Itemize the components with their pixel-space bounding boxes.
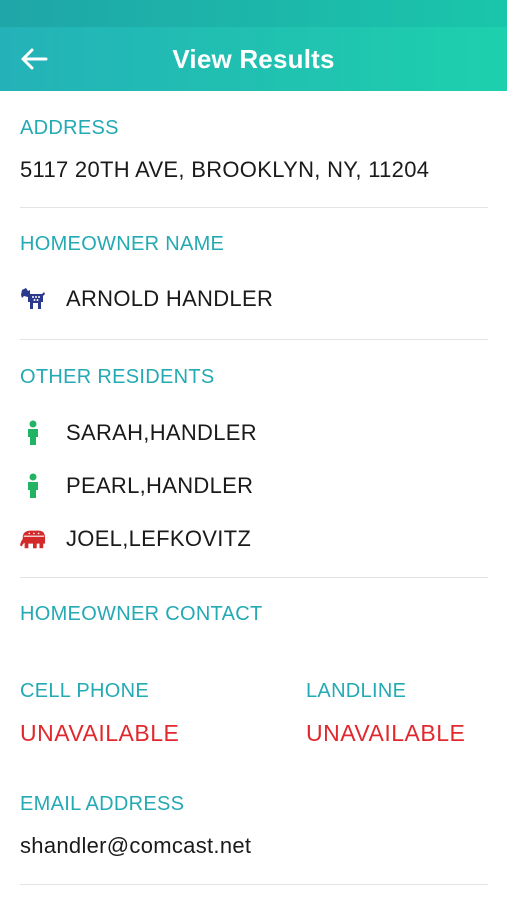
landline-label: LANDLINE <box>306 680 407 702</box>
homeowner-contact-label: HOMEOWNER CONTACT <box>20 603 263 625</box>
cell-phone-value: UNAVAILABLE <box>20 720 180 746</box>
email-value[interactable]: shandler@comcast.net <box>20 833 251 859</box>
status-bar <box>0 0 507 27</box>
homeowner-label: HOMEOWNER NAME <box>20 233 225 255</box>
homeowner-name: ARNOLD HANDLER <box>66 286 274 311</box>
cell-phone-label: CELL PHONE <box>20 680 149 702</box>
app-header: View Results <box>0 27 507 91</box>
address-label: ADDRESS <box>20 117 119 139</box>
republican-elephant-icon <box>20 526 46 552</box>
resident-name: PEARL,HANDLER <box>66 473 254 498</box>
homeowner-row: ARNOLD HANDLER <box>20 286 273 312</box>
other-residents-label: OTHER RESIDENTS <box>20 366 215 388</box>
divider <box>20 339 488 340</box>
divider <box>20 207 488 208</box>
democrat-donkey-icon <box>20 286 46 312</box>
list-item: JOEL,LEFKOVITZ <box>20 526 251 552</box>
list-item: PEARL,HANDLER <box>20 473 253 499</box>
email-label: EMAIL ADDRESS <box>20 793 185 815</box>
page-title: View Results <box>172 43 335 74</box>
resident-name: SARAH,HANDLER <box>66 420 257 445</box>
address-value: 5117 20TH AVE, BROOKLYN, NY, 11204 <box>20 157 430 182</box>
list-item: SARAH,HANDLER <box>20 420 257 446</box>
landline-value: UNAVAILABLE <box>306 720 466 746</box>
person-icon <box>20 473 46 499</box>
divider <box>20 577 488 578</box>
person-icon <box>20 420 46 446</box>
divider <box>20 884 488 885</box>
resident-name: JOEL,LEFKOVITZ <box>66 526 252 551</box>
